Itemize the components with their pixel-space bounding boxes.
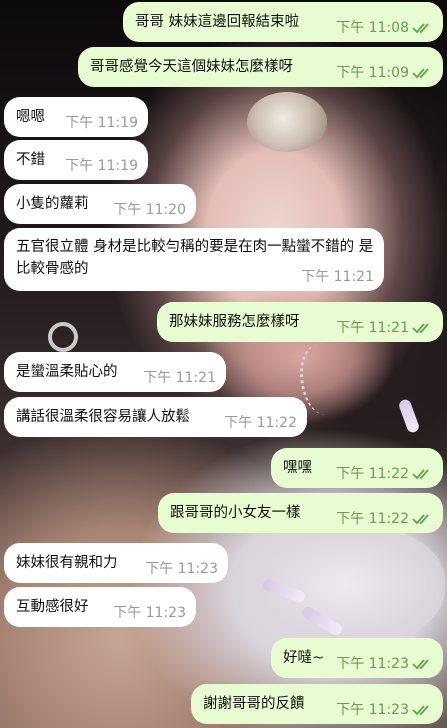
message-time: 下午 11:20: [113, 202, 186, 218]
wallpaper-ring: [48, 322, 78, 352]
wallpaper-necklace: [300, 345, 343, 415]
message-bubble-outgoing[interactable]: 謝謝哥哥的反饋 下午 11:23: [191, 684, 443, 724]
message-time: 下午 11:21: [143, 370, 216, 386]
double-check-icon: [412, 68, 429, 79]
message-time: 下午 11:22: [336, 511, 409, 527]
message-bubble-incoming[interactable]: 小隻的蘿莉 下午 11:20: [4, 184, 196, 224]
message-text: 哥哥 妹妹這邊回報結束啦: [135, 14, 300, 30]
double-check-icon: [412, 323, 429, 334]
message-time: 下午 11:21: [336, 320, 409, 336]
message-text: 小隻的蘿莉: [16, 196, 89, 212]
message-bubble-incoming[interactable]: 嗯嗯 下午 11:19: [4, 97, 148, 137]
double-check-icon: [412, 469, 429, 480]
message-text: 好噠~: [283, 650, 325, 666]
message-time: 下午 11:22: [336, 466, 409, 482]
message-text: 那妹妹服務怎麼樣呀: [169, 314, 300, 330]
message-text: 謝謝哥哥的反饋: [203, 696, 305, 712]
message-bubble-outgoing[interactable]: 嘿嘿 下午 11:22: [271, 448, 443, 488]
message-bubble-incoming[interactable]: 不錯 下午 11:19: [4, 140, 148, 180]
wallpaper-hair-accessory: [247, 92, 327, 152]
message-text: 哥哥感覺今天這個妹妹怎麼樣呀: [90, 59, 293, 75]
message-time: 下午 11:23: [113, 605, 186, 621]
message-text: 跟哥哥的小女友一樣: [170, 505, 301, 521]
message-bubble-outgoing[interactable]: 跟哥哥的小女友一樣 下午 11:22: [158, 493, 443, 533]
message-time: 下午 11:23: [145, 561, 218, 577]
message-bubble-outgoing[interactable]: 哥哥 妹妹這邊回報結束啦 下午 11:08: [123, 2, 443, 42]
message-time: 下午 11:23: [336, 656, 409, 672]
message-text: 不錯: [16, 152, 45, 168]
message-time: 下午 11:08: [336, 20, 409, 36]
message-time: 下午 11:22: [224, 415, 297, 431]
message-time: 下午 11:09: [336, 65, 409, 81]
message-bubble-outgoing[interactable]: 好噠~ 下午 11:23: [271, 638, 443, 678]
message-text: 嗯嗯: [16, 109, 45, 125]
double-check-icon: [412, 514, 429, 525]
double-check-icon: [412, 23, 429, 34]
message-text: 妹妹很有親和力: [16, 555, 118, 571]
message-time: 下午 11:19: [65, 115, 138, 131]
message-time: 下午 11:19: [65, 158, 138, 174]
message-bubble-outgoing[interactable]: 哥哥感覺今天這個妹妹怎麼樣呀 下午 11:09: [78, 47, 443, 87]
message-text: 嘿嘿: [283, 460, 312, 476]
wallpaper-nail: [397, 397, 421, 435]
message-bubble-incoming[interactable]: 五官很立體 身材是比較勻稱的要是在肉一點蠻不錯的 是比較骨感的 下午 11:21: [4, 228, 384, 291]
message-time: 下午 11:23: [336, 702, 409, 718]
double-check-icon: [412, 659, 429, 670]
message-bubble-incoming[interactable]: 講話很溫柔很容易讓人放鬆 下午 11:22: [4, 397, 307, 437]
message-bubble-incoming[interactable]: 互動感很好 下午 11:23: [4, 587, 196, 627]
message-text: 互動感很好: [16, 599, 89, 615]
double-check-icon: [412, 705, 429, 716]
message-bubble-incoming[interactable]: 是蠻溫柔貼心的 下午 11:21: [4, 352, 226, 392]
message-time: 下午 11:21: [301, 269, 374, 285]
message-text: 講話很溫柔很容易讓人放鬆: [16, 409, 190, 425]
message-bubble-outgoing[interactable]: 那妹妹服務怎麼樣呀 下午 11:21: [157, 302, 443, 342]
message-bubble-incoming[interactable]: 妹妹很有親和力 下午 11:23: [4, 543, 228, 583]
message-text: 是蠻溫柔貼心的: [16, 364, 118, 380]
